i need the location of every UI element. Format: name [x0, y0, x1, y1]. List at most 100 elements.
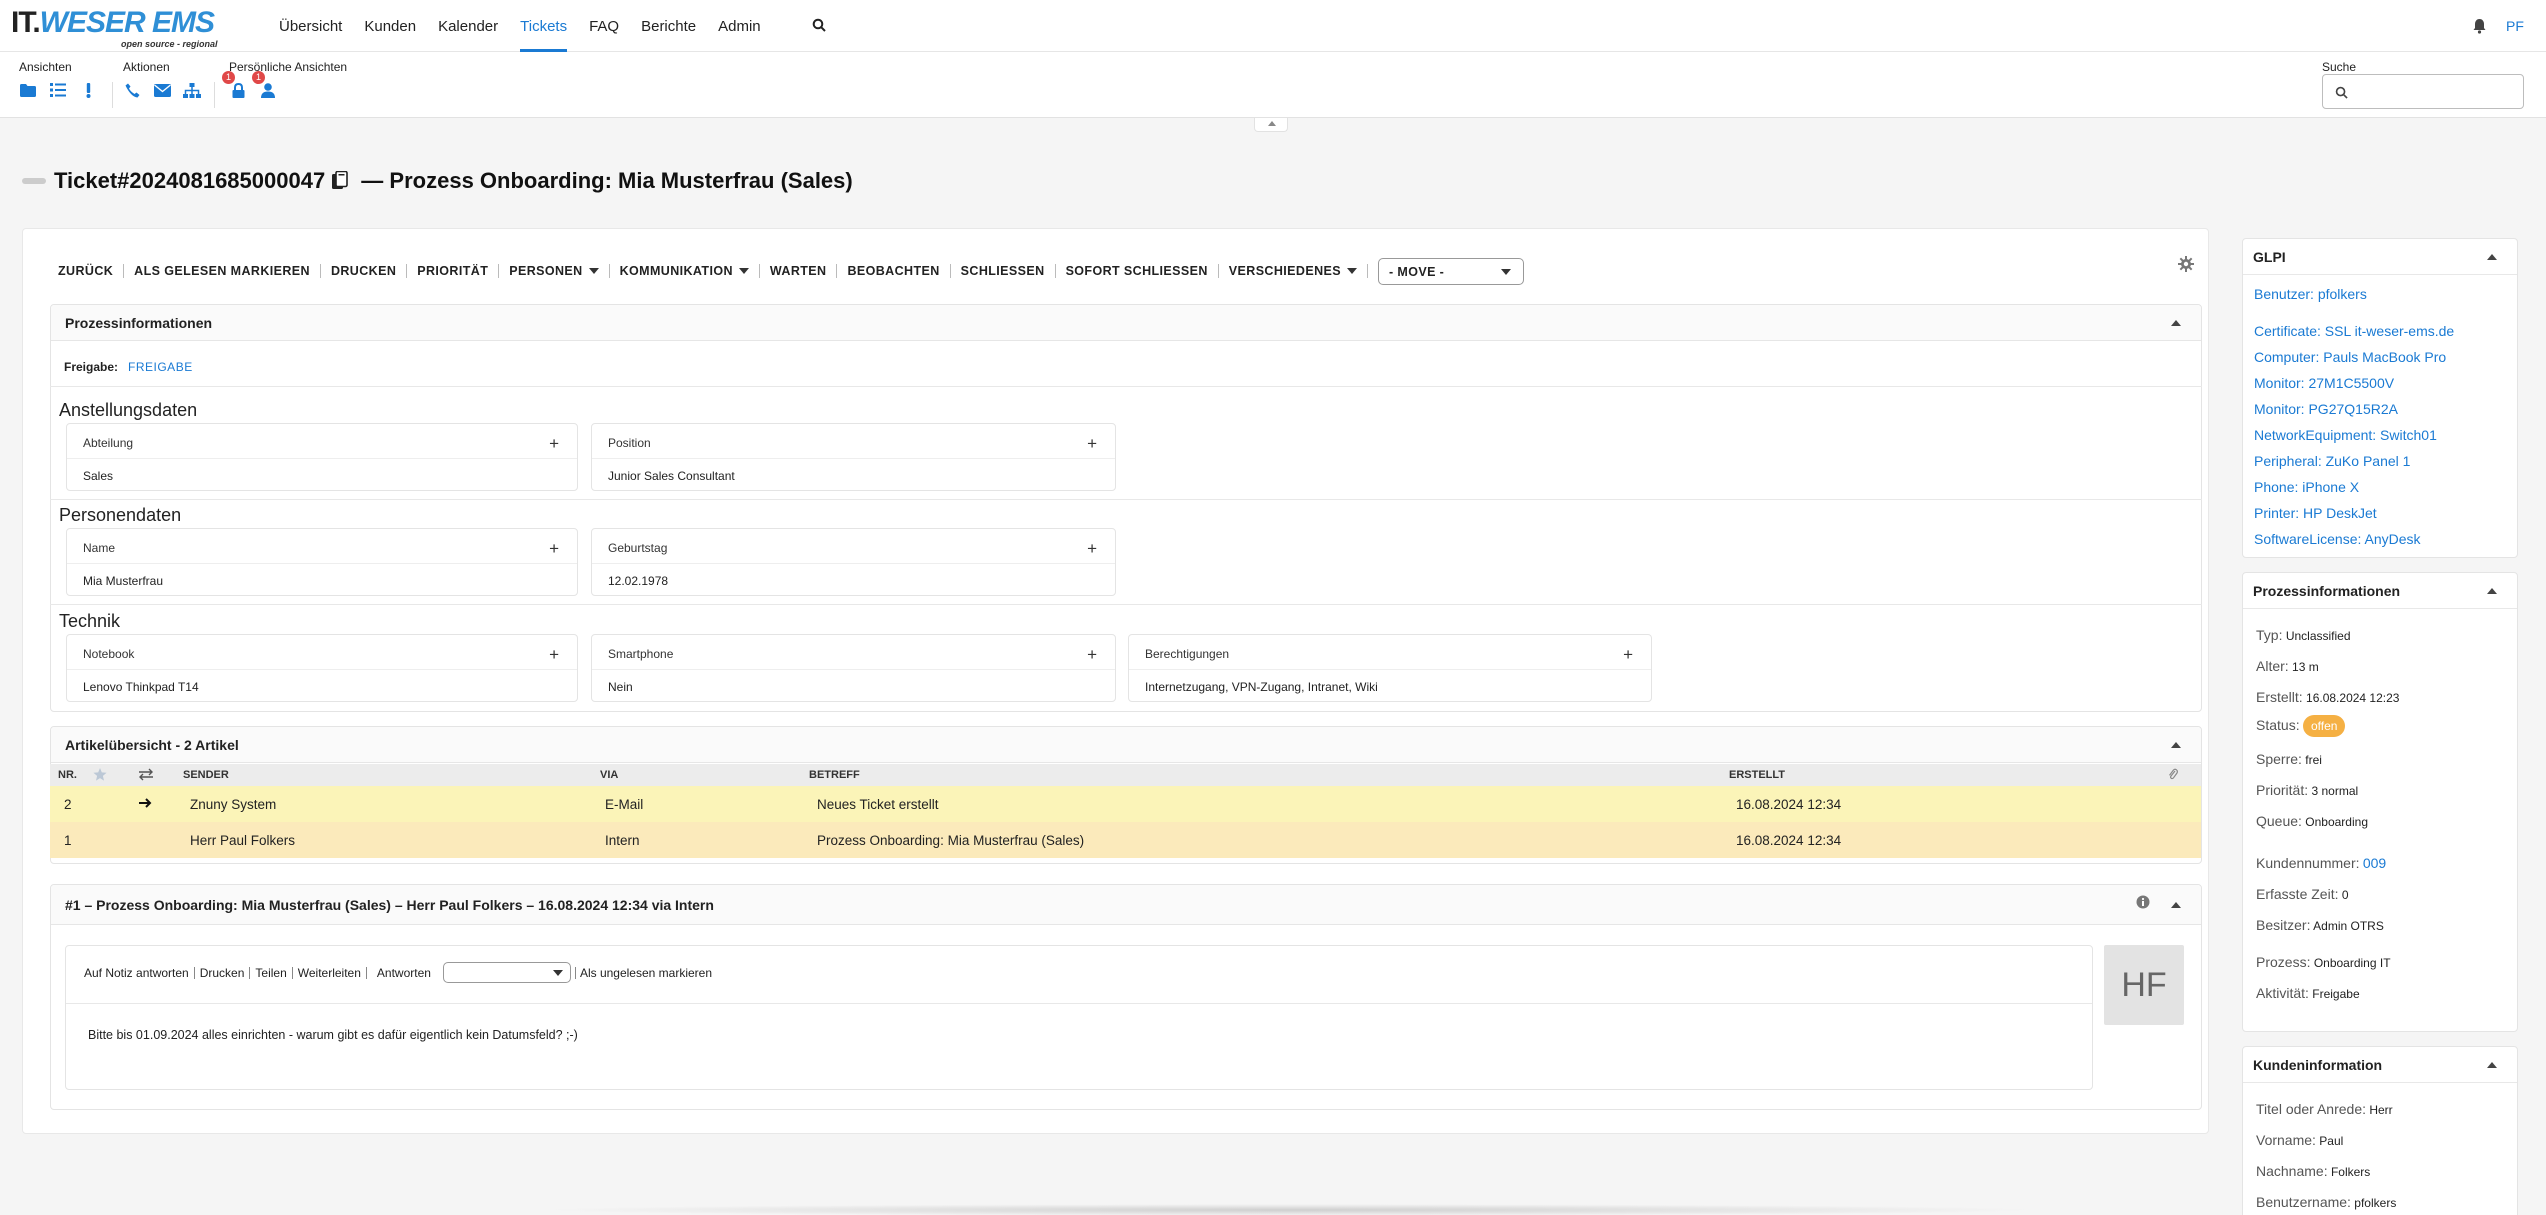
move-select[interactable]: - MOVE - [1377, 257, 1524, 285]
sidebar-process-header[interactable]: Prozessinformationen [2243, 573, 2517, 609]
toolbar-collapse-toggle[interactable] [1254, 118, 1288, 132]
table-row[interactable]: 1 Herr Paul Folkers Intern Prozess Onboa… [50, 822, 2201, 858]
action-personen[interactable]: PERSONEN [499, 264, 610, 278]
list-icon[interactable] [49, 81, 67, 99]
action-verschiedenes[interactable]: VERSCHIEDENES [1219, 264, 1368, 278]
info-prioritaet: Priorität: 3 normal [2256, 782, 2359, 798]
toolbar-group-personal: Persönliche Ansichten 1 1 [222, 60, 347, 99]
reply-select[interactable] [442, 962, 571, 983]
action-sofort-schliessen[interactable]: SOFORT SCHLIESSEN [1056, 264, 1219, 278]
chevron-up-icon[interactable] [2487, 254, 2497, 260]
glpi-widget: GLPI Benutzer: pfolkers Certificate: SSL… [2242, 238, 2518, 558]
col-erstellt[interactable]: ERSTELLT [1729, 769, 1785, 781]
action-beobachten[interactable]: BEOBACHTEN [837, 264, 951, 278]
plus-icon[interactable]: + [1623, 645, 1633, 665]
nav-faq[interactable]: FAQ [578, 0, 630, 52]
action-als-gelesen[interactable]: ALS GELESEN MARKIEREN [124, 264, 321, 278]
action-zurueck[interactable]: ZURÜCK [34, 264, 125, 278]
direction-icon[interactable] [138, 768, 154, 784]
glpi-link[interactable]: Phone: iPhone X [2254, 479, 2359, 495]
plus-icon[interactable]: + [549, 645, 559, 665]
field-name: Name + Mia Musterfrau [66, 528, 578, 596]
info-sperre: Sperre: frei [2256, 751, 2322, 767]
action-kommunikation[interactable]: KOMMUNIKATION [610, 264, 760, 278]
reply-to-note-link[interactable]: Auf Notiz antworten [84, 966, 195, 979]
gear-icon[interactable] [2178, 256, 2194, 275]
chevron-down-icon [1500, 268, 1511, 275]
chevron-up-icon[interactable] [2487, 588, 2497, 594]
plus-icon[interactable]: + [549, 539, 559, 559]
user-icon[interactable]: 1 [252, 71, 277, 99]
print-article-link[interactable]: Drucken [195, 966, 251, 979]
lock-icon[interactable]: 1 [222, 71, 247, 99]
info-aktivitaet: Aktivität: Freigabe [2256, 985, 2360, 1001]
exclamation-icon[interactable] [79, 81, 97, 99]
freigabe-link[interactable]: FREIGABE [128, 360, 193, 374]
plus-icon[interactable]: + [1087, 434, 1097, 454]
envelope-icon[interactable] [153, 81, 171, 99]
chevron-down-icon [1346, 268, 1357, 274]
field-notebook: Notebook + Lenovo Thinkpad T14 [66, 634, 578, 702]
nav-tickets[interactable]: Tickets [509, 0, 578, 52]
glpi-link[interactable]: NetworkEquipment: Switch01 [2254, 427, 2437, 443]
nav-kunden[interactable]: Kunden [353, 0, 427, 52]
col-betreff[interactable]: BETREFF [809, 769, 860, 781]
info-status: Status: offen [2256, 715, 2346, 737]
col-via[interactable]: VIA [600, 769, 618, 781]
glpi-link[interactable]: Printer: HP DeskJet [2254, 505, 2377, 521]
chevron-up-icon[interactable] [2171, 320, 2181, 326]
col-nr[interactable]: NR. [58, 769, 77, 781]
chevron-up-icon[interactable] [2171, 742, 2181, 748]
sitemap-icon[interactable] [183, 81, 201, 99]
nav-berichte[interactable]: Berichte [630, 0, 707, 52]
share-article-link[interactable]: Teilen [250, 966, 293, 979]
field-smartphone: Smartphone + Nein [591, 634, 1116, 702]
customer-info-header[interactable]: Kundeninformation [2243, 1047, 2517, 1083]
nav-admin[interactable]: Admin [707, 0, 772, 52]
row-erstellt: 16.08.2024 12:34 [1736, 832, 1842, 848]
glpi-link[interactable]: Monitor: 27M1C5500V [2254, 375, 2394, 391]
user-menu[interactable]: PF [2506, 18, 2524, 34]
bell-icon[interactable] [2472, 18, 2487, 37]
table-row[interactable]: 2 Znuny System E-Mail Neues Ticket erste… [50, 786, 2201, 822]
mark-unread-link[interactable]: Als ungelesen markieren [574, 966, 712, 979]
row-via: E-Mail [605, 796, 644, 812]
glpi-link[interactable]: SoftwareLicense: AnyDesk [2254, 531, 2421, 547]
row-betreff: Neues Ticket erstellt [817, 796, 939, 812]
article-overview-header[interactable]: Artikelübersicht - 2 Artikel [51, 727, 2201, 763]
nav-kalender[interactable]: Kalender [427, 0, 509, 52]
ticket-number: Ticket#2024081685000047 [54, 168, 326, 193]
article-detail-header[interactable]: #1 – Prozess Onboarding: Mia Musterfrau … [51, 885, 2201, 925]
plus-icon[interactable]: + [549, 434, 559, 454]
toolbar-actions-label: Aktionen [123, 60, 170, 74]
folder-icon[interactable] [19, 81, 37, 99]
phone-icon[interactable] [123, 81, 141, 99]
action-prioritaet[interactable]: PRIORITÄT [407, 264, 500, 278]
action-warten[interactable]: WARTEN [760, 264, 838, 278]
action-schliessen[interactable]: SCHLIESSEN [951, 264, 1056, 278]
star-icon[interactable] [93, 768, 107, 784]
glpi-header[interactable]: GLPI [2243, 239, 2517, 275]
forward-article-link[interactable]: Weiterleiten [293, 966, 367, 979]
process-info-header[interactable]: Prozessinformationen [51, 305, 2201, 341]
action-drucken[interactable]: DRUCKEN [321, 264, 408, 278]
row-betreff: Prozess Onboarding: Mia Musterfrau (Sale… [817, 832, 1085, 848]
kundennummer-link[interactable]: 009 [2363, 855, 2386, 871]
glpi-link[interactable]: Benutzer: pfolkers [2254, 286, 2367, 302]
glpi-link[interactable]: Monitor: PG27Q15R2A [2254, 401, 2398, 417]
plus-icon[interactable]: + [1087, 645, 1097, 665]
nav-search-icon[interactable] [812, 18, 826, 35]
nav-uebersicht[interactable]: Übersicht [268, 0, 353, 52]
chevron-up-icon[interactable] [2487, 1062, 2497, 1068]
info-icon[interactable] [2136, 895, 2150, 912]
glpi-link[interactable]: Certificate: SSL it-weser-ems.de [2254, 323, 2454, 339]
copy-icon[interactable] [331, 171, 349, 191]
glpi-link[interactable]: Peripheral: ZuKo Panel 1 [2254, 453, 2410, 469]
col-sender[interactable]: SENDER [183, 769, 229, 781]
chevron-up-icon[interactable] [2171, 902, 2181, 908]
search-input[interactable] [2322, 74, 2524, 109]
info-erfasste-zeit: Erfasste Zeit: 0 [2256, 886, 2349, 902]
glpi-link[interactable]: Computer: Pauls MacBook Pro [2254, 349, 2446, 365]
plus-icon[interactable]: + [1087, 539, 1097, 559]
logo[interactable]: IT.WESER EMS open source - regional [11, 8, 241, 50]
